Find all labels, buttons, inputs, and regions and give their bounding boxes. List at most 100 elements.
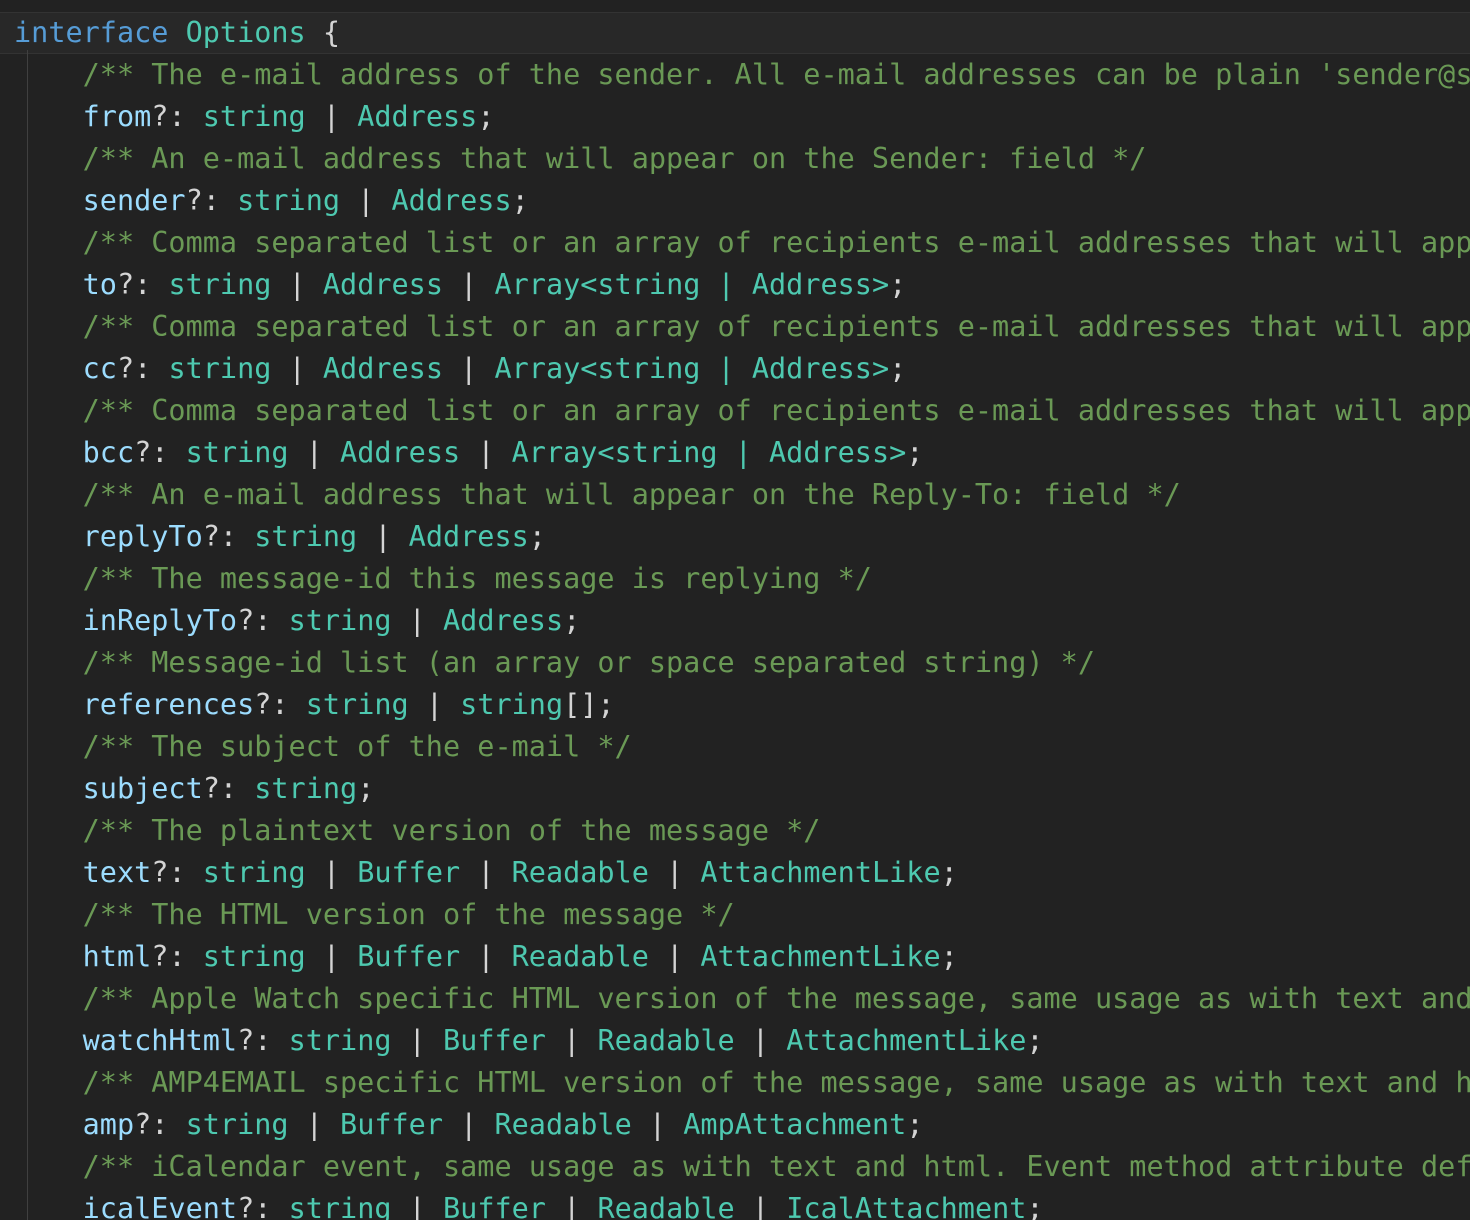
token-type: string [202, 100, 306, 133]
code-line-prop-to[interactable]: to?: string | Address | Array<string | A… [0, 264, 1470, 306]
token-type: Buffer [357, 856, 461, 889]
token-type: Array<string | Address> [494, 268, 890, 301]
code-line-prop-text[interactable]: text?: string | Buffer | Readable | Atta… [0, 852, 1470, 894]
token-punc: ; [528, 520, 546, 553]
token-punc: ; [906, 436, 924, 469]
token-punc: ; [906, 1108, 924, 1141]
code-line-prop-sender[interactable]: sender?: string | Address; [0, 180, 1470, 222]
token-prop: inReplyTo [82, 604, 238, 637]
code-line-comment-bcc[interactable]: /** Comma separated list or an array of … [0, 390, 1470, 432]
token-prop: text [82, 856, 152, 889]
code-line-prop-watchHtml[interactable]: watchHtml?: string | Buffer | Readable |… [0, 1020, 1470, 1062]
token-punc: | [460, 436, 512, 469]
token-punc: | [408, 688, 461, 721]
token-type: Buffer [443, 1024, 546, 1057]
code-line-prop-bcc[interactable]: bcc?: string | Address | Array<string | … [0, 432, 1470, 474]
token-type: string [237, 184, 341, 217]
token-type: Array<string | Address> [511, 436, 907, 469]
token-punc: | [391, 604, 443, 637]
code-line-prop-amp[interactable]: amp?: string | Buffer | Readable | AmpAt… [0, 1104, 1470, 1146]
code-line-comment-cc[interactable]: /** Comma separated list or an array of … [0, 306, 1470, 348]
token-punc: | [271, 352, 323, 385]
code-line-comment-amp[interactable]: /** AMP4EMAIL specific HTML version of t… [0, 1062, 1470, 1104]
code-line-prop-from[interactable]: from?: string | Address; [0, 96, 1470, 138]
token-type: string [288, 1192, 392, 1220]
token-punc: | [340, 184, 392, 217]
code-line-prop-replyTo[interactable]: replyTo?: string | Address; [0, 516, 1470, 558]
token-type: Address [340, 436, 461, 469]
token-type: AttachmentLike [700, 856, 941, 889]
code-line-comment-from[interactable]: /** The e-mail address of the sender. Al… [0, 54, 1470, 96]
code-content-surface[interactable]: interface Options { /** The e-mail addre… [0, 0, 1470, 1220]
code-line-comment-references[interactable]: /** Message-id list (an array or space s… [0, 642, 1470, 684]
code-line-prop-inReplyTo[interactable]: inReplyTo?: string | Address; [0, 600, 1470, 642]
token-punc: | [288, 436, 341, 469]
code-line-comment-subject[interactable]: /** The subject of the e-mail */ [0, 726, 1470, 768]
token-type: string [168, 352, 272, 385]
token-punc: ?: [151, 940, 203, 973]
token-punc: ; [889, 352, 907, 385]
token-comment: /** The e-mail address of the sender. Al… [82, 58, 1470, 91]
code-line-prop-subject[interactable]: subject?: string; [0, 768, 1470, 810]
token-punc: ; [940, 856, 958, 889]
code-line-comment-inReplyTo[interactable]: /** The message-id this message is reply… [0, 558, 1470, 600]
code-line-interface-declaration[interactable]: interface Options { [0, 12, 1470, 54]
token-type: Readable [511, 940, 649, 973]
token-comment: /** Apple Watch specific HTML version of… [82, 982, 1470, 1015]
token-punc: ?: [254, 688, 306, 721]
token-comment: /** iCalendar event, same usage as with … [82, 1150, 1470, 1183]
token-type: Address [322, 352, 443, 385]
token-comment: /** The subject of the e-mail */ [82, 730, 632, 763]
token-type: string [168, 268, 272, 301]
token-type: Readable [494, 1108, 632, 1141]
token-punc: | [391, 1192, 443, 1220]
token-type: string [254, 520, 358, 553]
code-editor[interactable]: interface Options { /** The e-mail addre… [0, 0, 1470, 1220]
code-line-prop-icalEvent[interactable]: icalEvent?: string | Buffer | Readable |… [0, 1188, 1470, 1220]
code-line-comment-sender[interactable]: /** An e-mail address that will appear o… [0, 138, 1470, 180]
token-type: Address [408, 520, 529, 553]
token-punc: ?: [134, 1108, 186, 1141]
token-comment: /** The HTML version of the message */ [82, 898, 735, 931]
token-punc: | [288, 1108, 341, 1141]
code-line-comment-text[interactable]: /** The plaintext version of the message… [0, 810, 1470, 852]
token-punc [168, 16, 185, 49]
token-type: Address [357, 100, 478, 133]
token-prop: cc [82, 352, 117, 385]
code-line-comment-html[interactable]: /** The HTML version of the message */ [0, 894, 1470, 936]
token-punc: ; [889, 268, 907, 301]
token-prop: watchHtml [82, 1024, 238, 1057]
token-punc: []; [563, 688, 615, 721]
token-punc: | [443, 268, 495, 301]
token-type: string [202, 940, 306, 973]
code-line-comment-replyTo[interactable]: /** An e-mail address that will appear o… [0, 474, 1470, 516]
code-line-prop-references[interactable]: references?: string | string[]; [0, 684, 1470, 726]
token-prop: amp [82, 1108, 135, 1141]
code-line-comment-to[interactable]: /** Comma separated list or an array of … [0, 222, 1470, 264]
code-line-comment-watchHtml[interactable]: /** Apple Watch specific HTML version of… [0, 978, 1470, 1020]
token-prop: from [82, 100, 152, 133]
code-line-prop-html[interactable]: html?: string | Buffer | Readable | Atta… [0, 936, 1470, 978]
token-type: IcalAttachment [786, 1192, 1027, 1220]
token-type: Readable [597, 1024, 735, 1057]
token-punc: | [443, 352, 495, 385]
token-prop: to [82, 268, 117, 301]
token-punc: ?: [134, 436, 186, 469]
token-punc: | [734, 1024, 787, 1057]
token-punc: | [648, 856, 701, 889]
code-line-comment-icalEvent[interactable]: /** iCalendar event, same usage as with … [0, 1146, 1470, 1188]
code-line-prop-cc[interactable]: cc?: string | Address | Array<string | A… [0, 348, 1470, 390]
token-punc: ?: [151, 856, 203, 889]
token-type: Options [185, 16, 306, 49]
